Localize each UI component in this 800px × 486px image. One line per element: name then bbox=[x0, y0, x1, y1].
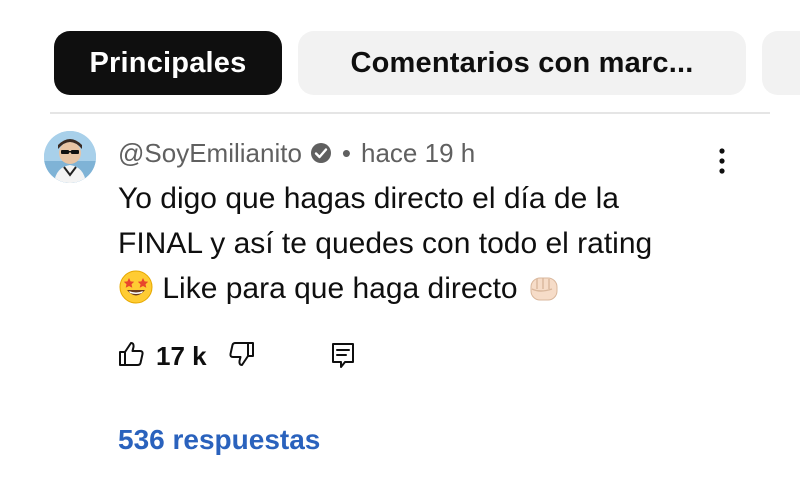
comment-meta: @SoyEmilianito • hace 19 h bbox=[118, 136, 475, 170]
comment-line-text: Like para que haga directo bbox=[162, 272, 518, 305]
reply-icon[interactable] bbox=[330, 341, 356, 376]
like-count: 17 k bbox=[156, 340, 207, 371]
comment-text: Yo digo que hagas directo el día de la F… bbox=[118, 176, 758, 311]
comment-actions: 17 k bbox=[116, 336, 257, 376]
fist-emoji bbox=[526, 269, 562, 305]
meta-separator: • bbox=[341, 137, 352, 168]
avatar[interactable] bbox=[44, 131, 96, 183]
comment-line-with-emoji: Like para que haga directo bbox=[118, 266, 758, 311]
tab-more-partial[interactable] bbox=[762, 31, 800, 95]
avatar-image bbox=[44, 131, 96, 183]
thumbs-up-icon[interactable] bbox=[116, 339, 146, 374]
username[interactable]: @SoyEmilianito bbox=[118, 138, 302, 169]
more-options-icon[interactable] bbox=[715, 146, 729, 176]
star-struck-emoji bbox=[118, 269, 154, 305]
divider bbox=[50, 112, 770, 114]
replies-link[interactable]: 536 respuestas bbox=[118, 424, 320, 456]
comment-line: Yo digo que hagas directo el día de la bbox=[118, 182, 619, 215]
tab-principales-label: Principales bbox=[89, 46, 247, 79]
tab-comentarios-label: Comentarios con marc... bbox=[350, 46, 694, 79]
tab-comentarios-con-marca[interactable]: Comentarios con marc... bbox=[298, 31, 746, 95]
thumbs-down-icon[interactable] bbox=[227, 339, 257, 374]
timestamp[interactable]: hace 19 h bbox=[361, 138, 475, 169]
comment-line: FINAL y así te quedes con todo el rating bbox=[118, 227, 653, 260]
verified-check-icon bbox=[310, 142, 332, 164]
tab-principales[interactable]: Principales bbox=[54, 31, 282, 95]
